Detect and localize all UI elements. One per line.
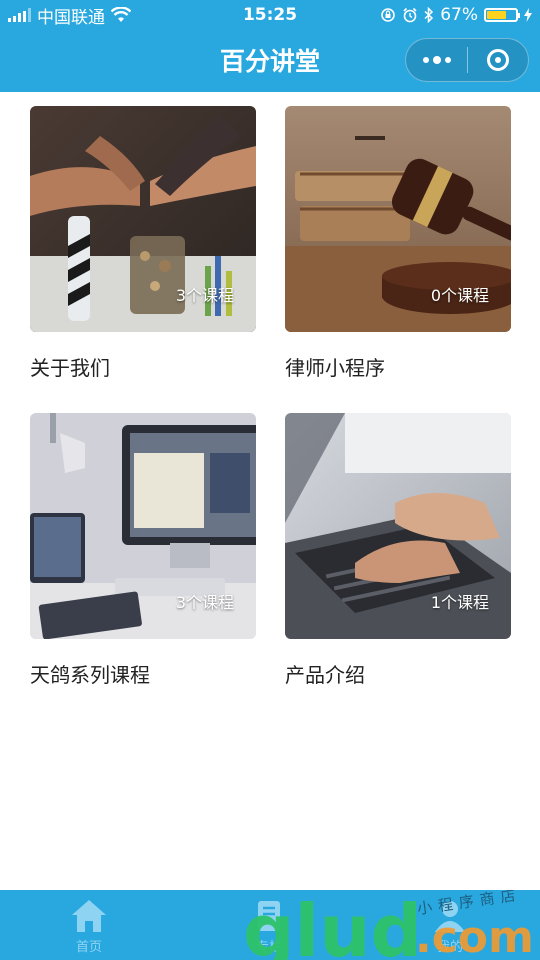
tab-label: 专栏 (255, 940, 282, 955)
more-dot-icon (432, 56, 441, 64)
nav-bar: 百分讲堂 (0, 30, 540, 92)
column-icon (258, 901, 280, 931)
course-count: 3个课程 (175, 286, 234, 305)
tab-label: 首页 (75, 940, 102, 955)
battery-icon (484, 8, 520, 22)
charging-icon (524, 8, 532, 22)
course-card-tiange-series[interactable]: 3个课程 天鸽系列课程 (30, 413, 256, 688)
tab-home[interactable]: 首页 (49, 898, 129, 955)
course-count: 3个课程 (175, 593, 234, 612)
clock: 15:25 (242, 5, 298, 25)
card-title: 产品介绍 (285, 663, 365, 687)
card-thumbnail: 3个课程 (30, 106, 256, 332)
tab-column[interactable]: 专栏 (229, 898, 309, 955)
bluetooth-icon (424, 7, 434, 23)
status-right: 67% (380, 5, 532, 25)
home-icon (72, 900, 106, 932)
tab-label: 我的 (436, 940, 463, 955)
course-card-product-intro[interactable]: 1个课程 产品介绍 (285, 413, 511, 688)
card-thumbnail: 0个课程 (285, 106, 511, 332)
carrier-label: 中国联通 (37, 7, 105, 28)
card-thumbnail: 1个课程 (285, 413, 511, 639)
battery-level (487, 11, 506, 19)
more-button[interactable] (406, 39, 467, 81)
close-button[interactable] (468, 39, 528, 81)
more-dot-icon (444, 57, 451, 63)
course-count: 0个课程 (430, 286, 489, 305)
signal-icon (8, 8, 31, 22)
course-card-lawyer-mini-program[interactable]: 0个课程 律师小程序 (285, 106, 511, 381)
user-icon (435, 901, 465, 932)
rotation-lock-icon (381, 8, 396, 22)
status-left: 中国联通 (8, 3, 131, 28)
alarm-icon (403, 7, 417, 23)
card-thumbnail: 3个课程 (30, 413, 256, 639)
tab-bar: 首页 专栏 我的 (0, 890, 540, 960)
close-target-icon (486, 49, 509, 71)
card-title: 律师小程序 (285, 356, 385, 380)
wifi-icon (111, 7, 131, 22)
course-card-about-us[interactable]: 3个课程 关于我们 (30, 106, 256, 381)
card-title: 天鸽系列课程 (30, 663, 150, 687)
mini-program-capsule (405, 38, 529, 82)
status-bar: 中国联通 15:25 67% (0, 0, 540, 30)
battery-percent: 67% (440, 5, 478, 25)
tab-me[interactable]: 我的 (410, 898, 490, 955)
course-count: 1个课程 (430, 593, 489, 612)
more-dot-icon (422, 57, 429, 63)
card-title: 关于我们 (30, 356, 110, 380)
